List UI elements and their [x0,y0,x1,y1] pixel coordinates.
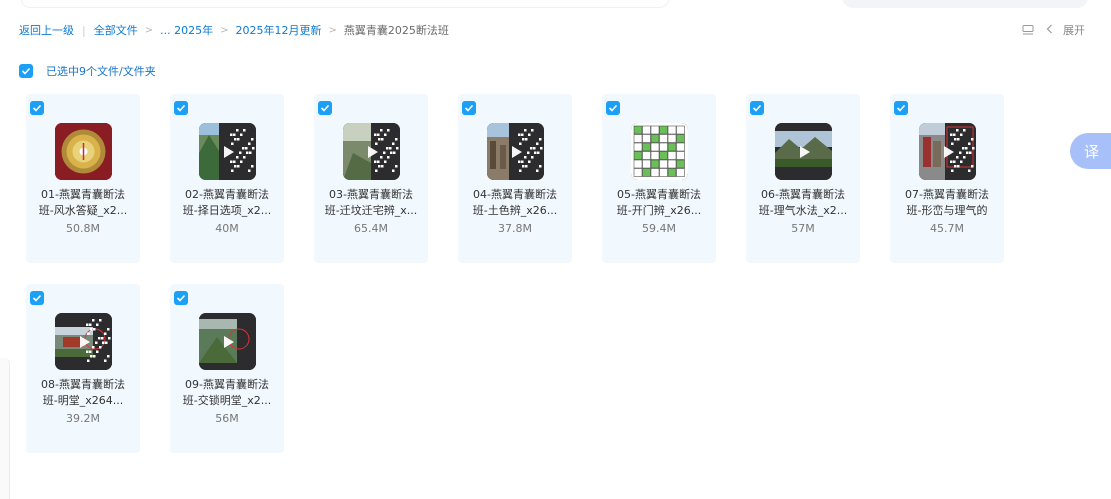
file-name-line2: 班-迁坟迁宅辨_x... [324,204,418,217]
play-icon [794,142,814,162]
file-name-line1: 06-燕翼青囊断法 [761,188,845,201]
file-name: 02-燕翼青囊断法 班-择日选项_x2... [176,187,278,219]
video-thumbnail [631,123,688,180]
file-checkbox[interactable] [750,101,764,115]
file-name-line2: 班-开门辨_x26... [616,204,702,217]
video-thumbnail [199,313,256,370]
play-icon [938,142,958,162]
file-checkbox[interactable] [606,101,620,115]
file-name-line1: 05-燕翼青囊断法 [617,188,701,201]
video-thumbnail [487,123,544,180]
file-size: 37.8M [498,222,532,235]
file-name-line2: 班-理气水法_x2... [758,204,848,217]
file-name: 08-燕翼青囊断法 班-明堂_x264... [32,377,134,409]
breadcrumb-back-link[interactable]: 返回上一级 [19,22,74,38]
file-size: 39.2M [66,412,100,425]
file-name-line1: 08-燕翼青囊断法 [41,378,125,391]
file-name-line2: 班-择日选项_x2... [182,204,272,217]
video-thumbnail [343,123,400,180]
view-controls: 展开 [1022,22,1085,38]
select-all-row: 已选中9个文件/文件夹 [19,63,156,79]
selection-count-label: 已选中9个文件/文件夹 [46,65,156,78]
file-checkbox[interactable] [30,291,44,305]
chevron-right-icon: > [328,24,337,36]
breadcrumb-current: 燕翼青囊2025断法班 [343,24,449,37]
file-size: 56M [215,412,239,425]
file-name: 05-燕翼青囊断法 班-开门辨_x26... [608,187,710,219]
file-card[interactable]: 04-燕翼青囊断法 班-土色辨_x26... 37.8M [458,94,572,263]
expand-label: 展开 [1063,24,1085,37]
chevron-right-icon: > [144,24,154,36]
file-size: 57M [791,222,815,235]
file-size: 50.8M [66,222,100,235]
file-card[interactable]: 05-燕翼青囊断法 班-开门辨_x26... 59.4M [602,94,716,263]
file-size: 45.7M [930,222,964,235]
file-card[interactable]: 08-燕翼青囊断法 班-明堂_x264... 39.2M [26,284,140,453]
translate-label: 译 [1084,142,1100,161]
list-view-icon[interactable] [1022,24,1034,36]
file-card[interactable]: 07-燕翼青囊断法 班-形峦与理气的 45.7M [890,94,1004,263]
file-name-line1: 01-燕翼青囊断法 [41,188,125,201]
file-name: 07-燕翼青囊断法 班-形峦与理气的 [896,187,998,219]
file-checkbox[interactable] [30,101,44,115]
play-icon [362,142,382,162]
file-size: 59.4M [642,222,676,235]
video-thumbnail [919,123,976,180]
file-checkbox[interactable] [894,101,908,115]
file-size: 65.4M [354,222,388,235]
video-thumbnail [55,313,112,370]
file-card[interactable]: 06-燕翼青囊断法 班-理气水法_x2... 57M [746,94,860,263]
file-checkbox[interactable] [462,101,476,115]
top-right-panel[interactable] [842,0,1088,8]
play-icon [506,142,526,162]
file-name: 03-燕翼青囊断法 班-迁坟迁宅辨_x... [320,187,422,219]
play-icon [218,332,238,352]
file-checkbox[interactable] [318,101,332,115]
chevron-left-icon [1046,24,1053,37]
search-bar[interactable] [20,0,670,8]
breadcrumb-year[interactable]: ... 2025年 [160,22,213,38]
file-checkbox[interactable] [174,101,188,115]
breadcrumb-all-files[interactable]: 全部文件 [94,22,138,38]
file-name-line2: 班-风水答疑_x2... [38,204,128,217]
breadcrumb: 返回上一级 | 全部文件 > ... 2025年 > 2025年12月更新 > … [19,22,449,38]
video-thumbnail [775,123,832,180]
file-name: 04-燕翼青囊断法 班-土色辨_x26... [464,187,566,219]
file-name: 06-燕翼青囊断法 班-理气水法_x2... [752,187,854,219]
file-card[interactable]: 09-燕翼青囊断法 班-交锁明堂_x2... 56M [170,284,284,453]
file-name: 01-燕翼青囊断法 班-风水答疑_x2... [32,187,134,219]
play-icon [218,142,238,162]
select-all-checkbox[interactable] [19,64,33,78]
file-name-line2: 班-形峦与理气的 [906,204,988,217]
chevron-right-icon: > [220,24,229,36]
file-name: 09-燕翼青囊断法 班-交锁明堂_x2... [176,377,278,409]
file-name-line1: 02-燕翼青囊断法 [185,188,269,201]
breadcrumb-separator: | [82,23,86,37]
file-size: 40M [215,222,239,235]
video-thumbnail [199,123,256,180]
breadcrumb-month[interactable]: 2025年12月更新 [235,22,321,38]
file-name-line1: 07-燕翼青囊断法 [905,188,989,201]
file-card[interactable]: 03-燕翼青囊断法 班-迁坟迁宅辨_x... 65.4M [314,94,428,263]
play-icon [74,332,94,352]
file-card[interactable]: 01-燕翼青囊断法 班-风水答疑_x2... 50.8M [26,94,140,263]
file-name-line2: 班-土色辨_x26... [472,204,558,217]
file-name-line1: 04-燕翼青囊断法 [473,188,557,201]
file-name-line1: 03-燕翼青囊断法 [329,188,413,201]
translate-button[interactable]: 译 [1070,133,1111,169]
expand-button[interactable]: 展开 [1046,22,1085,38]
video-thumbnail [55,123,112,180]
file-name-line2: 班-交锁明堂_x2... [182,394,272,407]
file-name-line2: 班-明堂_x264... [42,394,124,407]
file-card[interactable]: 02-燕翼青囊断法 班-择日选项_x2... 40M [170,94,284,263]
side-panel-edge [0,358,10,499]
file-checkbox[interactable] [174,291,188,305]
file-name-line1: 09-燕翼青囊断法 [185,378,269,391]
